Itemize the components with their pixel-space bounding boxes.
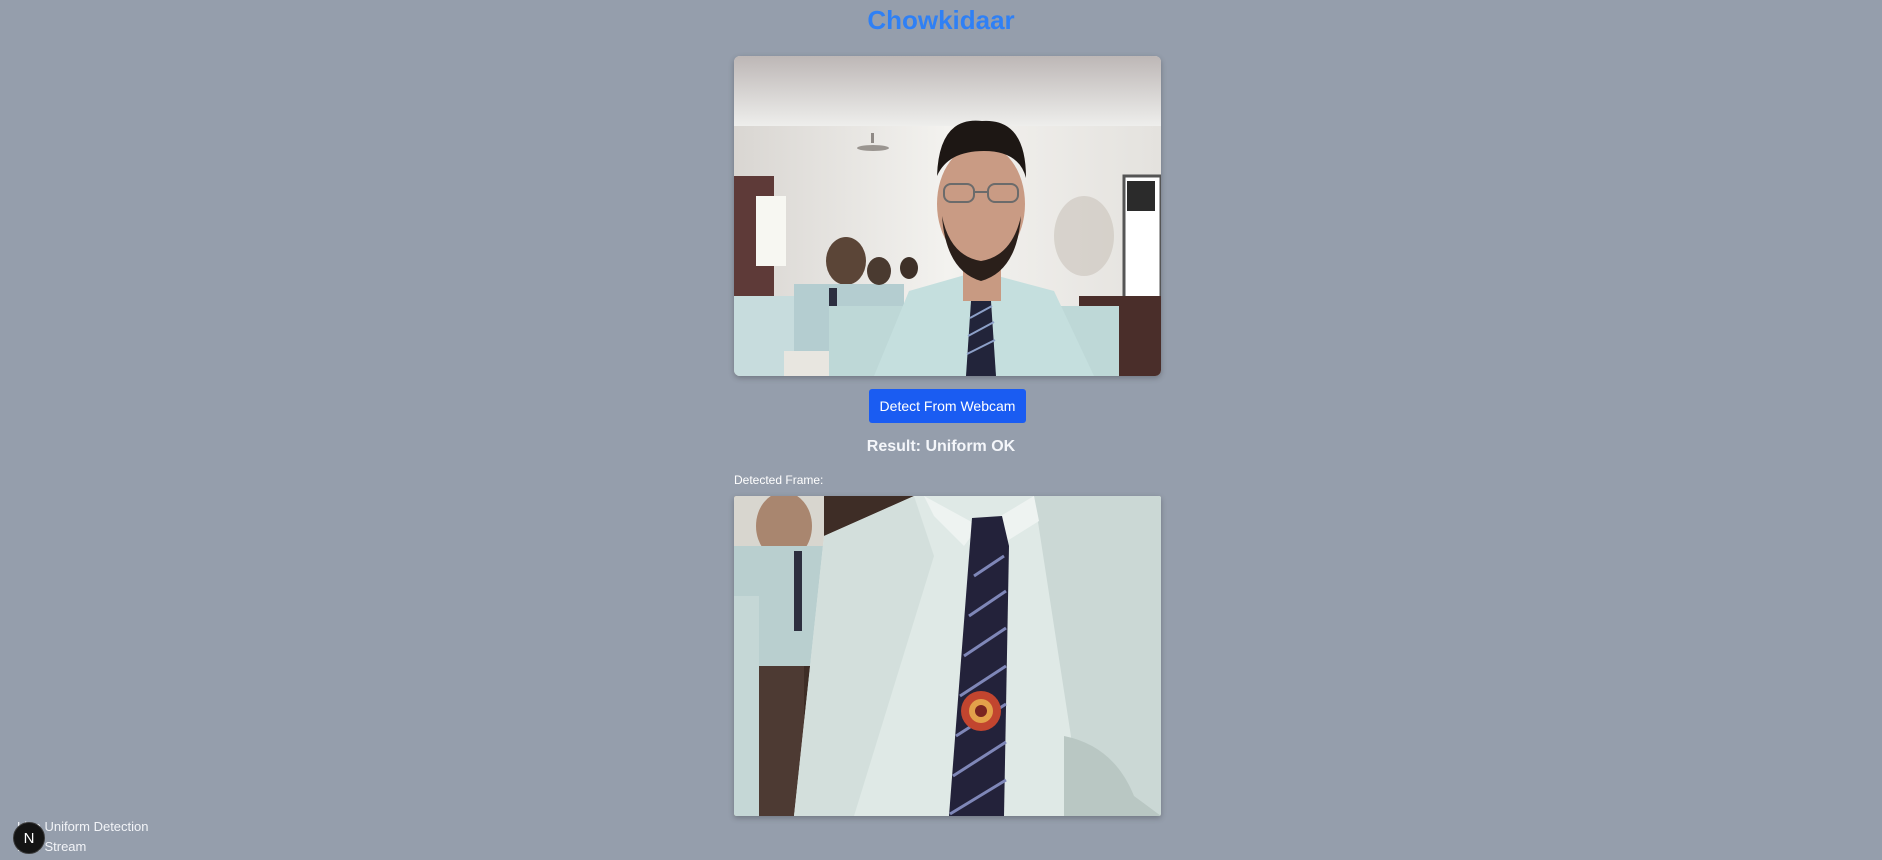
webcam-video [734, 56, 1161, 376]
page-title: Chowkidaar [867, 5, 1015, 35]
detected-frame-image [734, 496, 1161, 816]
app-page: Chowkidaar Detect From Webcam Result: Un… [0, 0, 1882, 860]
result-status: Result: Uniform OK [866, 438, 1016, 455]
next-devtools-badge[interactable]: N [13, 822, 45, 854]
detect-from-webcam-button[interactable]: Detect From Webcam [869, 389, 1026, 423]
detected-frame-label: Detected Frame: [734, 473, 824, 487]
